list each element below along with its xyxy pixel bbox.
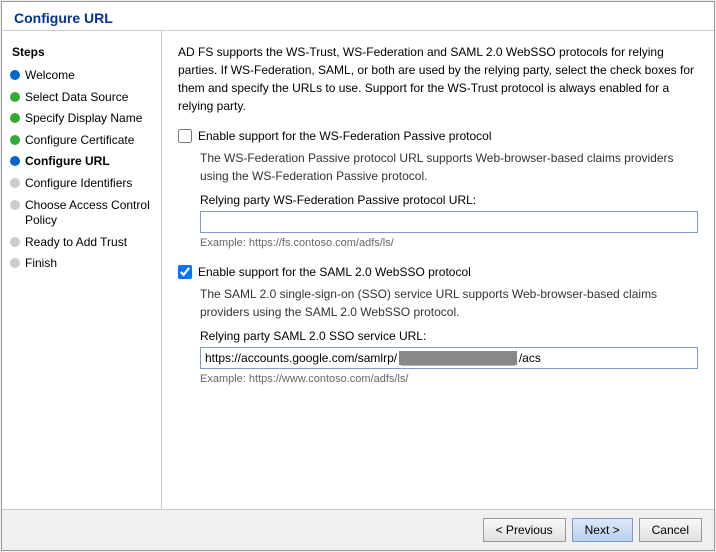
configure-url-dialog: Configure URL Steps Welcome Select Data … bbox=[1, 1, 715, 551]
dialog-title: Configure URL bbox=[2, 2, 714, 31]
saml-example: Example: https://www.contoso.com/adfs/ls… bbox=[200, 373, 698, 385]
steps-label: Steps bbox=[2, 41, 161, 65]
ws-federation-example: Example: https://fs.contoso.com/adfs/ls/ bbox=[200, 237, 698, 249]
dot-icon bbox=[10, 113, 20, 123]
saml-url-prefix: https://accounts.google.com/samlrp/ bbox=[205, 351, 397, 365]
dot-icon bbox=[10, 258, 20, 268]
dot-icon bbox=[10, 135, 20, 145]
main-content: AD FS supports the WS-Trust, WS-Federati… bbox=[162, 31, 714, 509]
dot-icon bbox=[10, 70, 20, 80]
sidebar-item-label: Configure Certificate bbox=[25, 133, 151, 149]
ws-federation-url-input[interactable] bbox=[200, 211, 698, 233]
sidebar-item-configure-url[interactable]: Configure URL bbox=[2, 151, 161, 173]
sidebar-item-label: Finish bbox=[25, 256, 151, 272]
ws-federation-section: Enable support for the WS-Federation Pas… bbox=[178, 129, 698, 249]
previous-button[interactable]: < Previous bbox=[483, 518, 566, 542]
saml-description: The SAML 2.0 single-sign-on (SSO) servic… bbox=[200, 285, 698, 321]
sidebar-item-finish[interactable]: Finish bbox=[2, 253, 161, 275]
sidebar-item-label: Configure Identifiers bbox=[25, 176, 151, 192]
dot-icon bbox=[10, 178, 20, 188]
sidebar-item-select-data-source[interactable]: Select Data Source bbox=[2, 87, 161, 109]
dot-icon bbox=[10, 200, 20, 210]
sidebar-item-label: Ready to Add Trust bbox=[25, 235, 151, 251]
saml-url-redacted: ▓▓▓▓▓▓▓▓▓▓▓▓▓ bbox=[399, 351, 517, 365]
sidebar-item-label: Configure URL bbox=[25, 154, 151, 170]
dot-icon bbox=[10, 237, 20, 247]
saml-checkbox-row[interactable]: Enable support for the SAML 2.0 WebSSO p… bbox=[178, 265, 698, 279]
dialog-body: Steps Welcome Select Data Source Specify… bbox=[2, 31, 714, 509]
ws-federation-checkbox-row[interactable]: Enable support for the WS-Federation Pas… bbox=[178, 129, 698, 143]
sidebar-item-ready-to-add-trust[interactable]: Ready to Add Trust bbox=[2, 232, 161, 254]
saml-checkbox[interactable] bbox=[178, 265, 192, 279]
sidebar-item-welcome[interactable]: Welcome bbox=[2, 65, 161, 87]
sidebar-item-label: Select Data Source bbox=[25, 90, 151, 106]
dot-icon bbox=[10, 92, 20, 102]
sidebar-item-configure-certificate[interactable]: Configure Certificate bbox=[2, 130, 161, 152]
saml-field-label: Relying party SAML 2.0 SSO service URL: bbox=[200, 329, 698, 343]
saml-url-suffix: /acs bbox=[519, 351, 541, 365]
ws-federation-description: The WS-Federation Passive protocol URL s… bbox=[200, 149, 698, 185]
saml-url-display[interactable]: https://accounts.google.com/samlrp/ ▓▓▓▓… bbox=[200, 347, 698, 369]
ws-federation-checkbox[interactable] bbox=[178, 129, 192, 143]
sidebar-item-label: Choose Access Control Policy bbox=[25, 198, 151, 229]
cancel-button[interactable]: Cancel bbox=[639, 518, 702, 542]
saml-section: Enable support for the SAML 2.0 WebSSO p… bbox=[178, 265, 698, 385]
dialog-footer: < Previous Next > Cancel bbox=[2, 509, 714, 550]
sidebar-item-configure-identifiers[interactable]: Configure Identifiers bbox=[2, 173, 161, 195]
dot-icon bbox=[10, 156, 20, 166]
next-button[interactable]: Next > bbox=[572, 518, 633, 542]
intro-text: AD FS supports the WS-Trust, WS-Federati… bbox=[178, 43, 698, 115]
saml-checkbox-label[interactable]: Enable support for the SAML 2.0 WebSSO p… bbox=[198, 265, 471, 279]
sidebar-item-specify-display-name[interactable]: Specify Display Name bbox=[2, 108, 161, 130]
saml-url-wrapper: https://accounts.google.com/samlrp/ ▓▓▓▓… bbox=[200, 347, 698, 369]
sidebar-item-label: Specify Display Name bbox=[25, 111, 151, 127]
sidebar: Steps Welcome Select Data Source Specify… bbox=[2, 31, 162, 509]
ws-federation-field-label: Relying party WS-Federation Passive prot… bbox=[200, 193, 698, 207]
sidebar-item-choose-access-control[interactable]: Choose Access Control Policy bbox=[2, 195, 161, 232]
ws-federation-checkbox-label[interactable]: Enable support for the WS-Federation Pas… bbox=[198, 129, 491, 143]
sidebar-item-label: Welcome bbox=[25, 68, 151, 84]
